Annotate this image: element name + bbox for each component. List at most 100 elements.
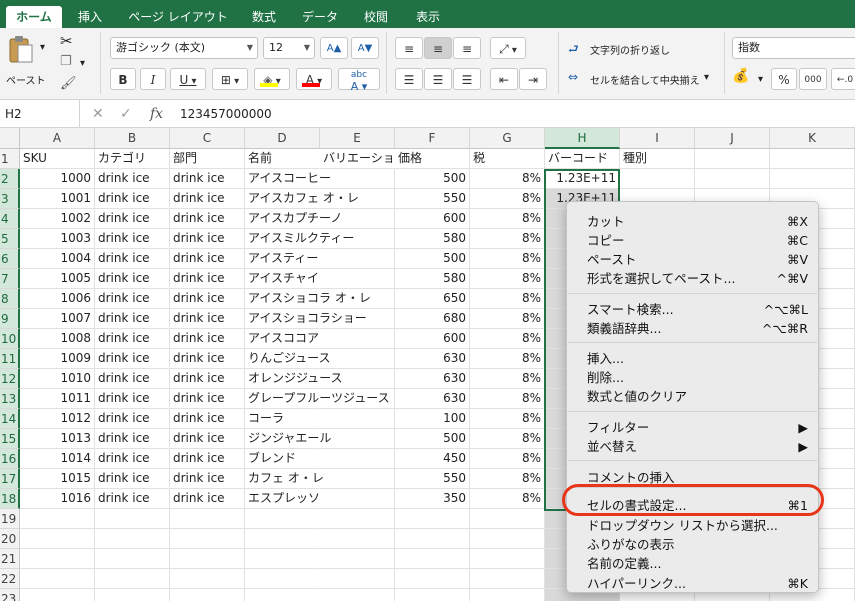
column-title-cell[interactable]: バーコード: [545, 149, 620, 169]
table-cell[interactable]: 650: [395, 289, 470, 309]
phonetic-guide-button[interactable]: abc A ▾: [338, 68, 380, 93]
table-cell[interactable]: 8%: [470, 449, 545, 469]
column-header-k[interactable]: K: [770, 128, 855, 149]
table-cell[interactable]: drink ice: [95, 449, 170, 469]
table-cell[interactable]: drink ice: [170, 489, 245, 509]
copy-dropdown-icon[interactable]: ▾: [80, 58, 85, 69]
row-header[interactable]: 19: [0, 509, 20, 529]
comma-style-button[interactable]: 000: [799, 68, 827, 90]
table-cell[interactable]: drink ice: [95, 349, 170, 369]
table-cell[interactable]: 1002: [20, 209, 95, 229]
table-cell[interactable]: [245, 569, 320, 589]
row-header[interactable]: 1: [0, 149, 20, 169]
table-cell[interactable]: 500: [395, 249, 470, 269]
table-cell[interactable]: [320, 509, 395, 529]
column-title-cell[interactable]: SKU: [20, 149, 95, 169]
table-cell[interactable]: [320, 529, 395, 549]
table-cell[interactable]: 1013: [20, 429, 95, 449]
table-cell[interactable]: アイスショコラ オ・レ: [245, 289, 371, 309]
table-cell[interactable]: [20, 509, 95, 529]
table-cell[interactable]: 1008: [20, 329, 95, 349]
table-cell[interactable]: [170, 569, 245, 589]
table-cell[interactable]: 8%: [470, 189, 545, 209]
table-cell[interactable]: [20, 589, 95, 601]
table-cell[interactable]: ジンジャエール: [245, 429, 331, 449]
column-header-j[interactable]: J: [695, 128, 770, 149]
menu-item[interactable]: 形式を選択してペースト... ^⌘V: [587, 269, 808, 288]
menu-item[interactable]: 類義語辞典... ^⌥⌘R: [587, 319, 808, 338]
orientation-button[interactable]: ⤢ ▾: [490, 37, 526, 59]
menu-item[interactable]: カット ⌘X: [587, 212, 808, 231]
menu-item[interactable]: コメントの挿入: [587, 468, 808, 487]
table-cell[interactable]: 8%: [470, 289, 545, 309]
table-cell[interactable]: [320, 429, 395, 449]
table-cell[interactable]: カフェ オ・レ: [245, 469, 324, 489]
menu-item[interactable]: ドロップダウン リストから選択...: [587, 516, 808, 535]
table-cell[interactable]: [245, 509, 320, 529]
table-cell[interactable]: 1006: [20, 289, 95, 309]
table-cell[interactable]: 8%: [470, 369, 545, 389]
table-cell[interactable]: [320, 249, 395, 269]
table-cell[interactable]: drink ice: [170, 429, 245, 449]
row-header[interactable]: 23: [0, 589, 20, 601]
table-cell[interactable]: 1011: [20, 389, 95, 409]
menu-item[interactable]: 並べ替え ▶: [587, 437, 808, 456]
table-cell[interactable]: drink ice: [95, 269, 170, 289]
font-color-button[interactable]: A ▾: [296, 68, 332, 90]
table-cell[interactable]: [170, 509, 245, 529]
table-cell[interactable]: 8%: [470, 389, 545, 409]
increase-decimal-button[interactable]: ←.0: [831, 68, 855, 90]
table-cell[interactable]: drink ice: [170, 469, 245, 489]
column-title-cell[interactable]: 税: [470, 149, 545, 169]
table-cell[interactable]: [170, 529, 245, 549]
table-cell[interactable]: 8%: [470, 229, 545, 249]
table-cell[interactable]: [470, 549, 545, 569]
align-middle-button[interactable]: ≡: [424, 37, 452, 59]
row-header[interactable]: 15: [0, 429, 20, 449]
row-header[interactable]: 7: [0, 269, 20, 289]
table-cell[interactable]: [470, 529, 545, 549]
row-header[interactable]: 12: [0, 369, 20, 389]
row-header[interactable]: 13: [0, 389, 20, 409]
table-cell[interactable]: [320, 589, 395, 601]
table-cell[interactable]: drink ice: [95, 489, 170, 509]
table-cell[interactable]: drink ice: [95, 389, 170, 409]
table-cell[interactable]: [20, 569, 95, 589]
table-cell[interactable]: drink ice: [170, 369, 245, 389]
table-cell[interactable]: [320, 169, 395, 189]
table-cell[interactable]: drink ice: [170, 209, 245, 229]
table-cell[interactable]: drink ice: [95, 249, 170, 269]
menu-item[interactable]: セルの書式設定... ⌘1: [587, 496, 808, 515]
menu-item[interactable]: 挿入...: [587, 349, 808, 368]
underline-button[interactable]: U ▾: [170, 68, 206, 90]
row-header[interactable]: 21: [0, 549, 20, 569]
table-cell[interactable]: 1014: [20, 449, 95, 469]
table-cell[interactable]: drink ice: [170, 389, 245, 409]
table-cell[interactable]: drink ice: [95, 229, 170, 249]
table-cell[interactable]: 8%: [470, 249, 545, 269]
table-cell[interactable]: [395, 569, 470, 589]
tab-review[interactable]: 校閲: [356, 6, 396, 28]
table-cell[interactable]: drink ice: [170, 449, 245, 469]
table-cell[interactable]: [395, 509, 470, 529]
column-title-cell[interactable]: [770, 149, 855, 169]
table-cell[interactable]: drink ice: [95, 189, 170, 209]
table-cell[interactable]: 630: [395, 389, 470, 409]
table-cell[interactable]: [245, 529, 320, 549]
accounting-format-icon[interactable]: 💰: [732, 68, 749, 84]
table-cell[interactable]: drink ice: [170, 349, 245, 369]
table-cell[interactable]: 8%: [470, 409, 545, 429]
font-name-select[interactable]: 游ゴシック (本文) ▼: [110, 37, 258, 59]
table-cell[interactable]: アイスミルクティー: [245, 229, 354, 249]
table-cell[interactable]: 1010: [20, 369, 95, 389]
table-cell[interactable]: [95, 509, 170, 529]
table-cell[interactable]: [470, 569, 545, 589]
copy-icon[interactable]: ❐: [60, 54, 72, 69]
column-title-cell[interactable]: [695, 149, 770, 169]
table-cell[interactable]: drink ice: [95, 429, 170, 449]
table-cell[interactable]: [170, 549, 245, 569]
table-cell[interactable]: [695, 169, 770, 189]
menu-item[interactable]: コピー ⌘C: [587, 231, 808, 250]
column-header-h[interactable]: H: [545, 128, 620, 149]
table-cell[interactable]: アイスココア: [245, 329, 320, 349]
